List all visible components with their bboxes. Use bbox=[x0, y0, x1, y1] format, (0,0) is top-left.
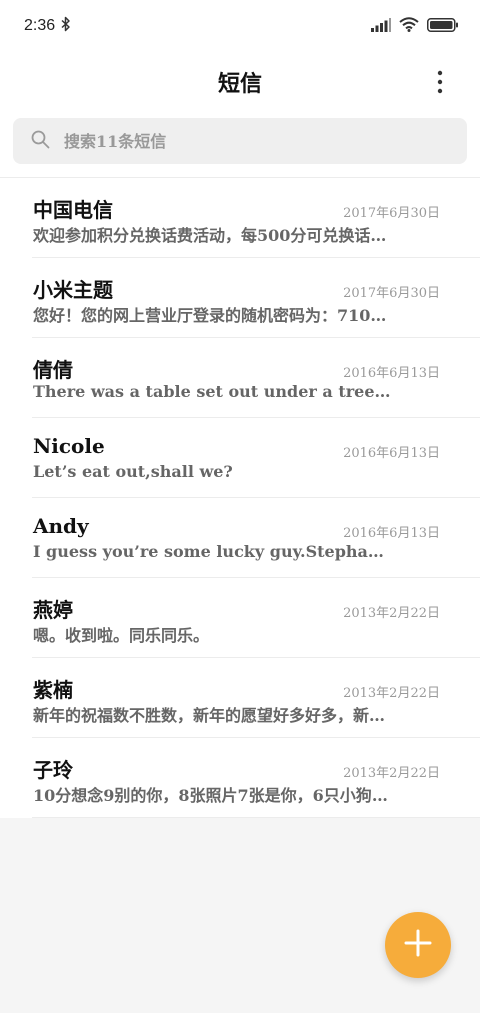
message-preview: 嗯。收到啦。同乐同乐。 bbox=[33, 626, 210, 645]
more-vert-icon bbox=[437, 70, 443, 98]
message-date: 2016年6月13日 bbox=[343, 366, 440, 381]
message-item[interactable]: 中国电信 2017年6月30日 欢迎参加积分兑换话费活动，每500分可兑换话… bbox=[32, 178, 480, 258]
message-date: 2017年6月30日 bbox=[343, 206, 440, 221]
message-item[interactable]: 燕婷 2013年2月22日 嗯。收到啦。同乐同乐。 bbox=[32, 578, 480, 658]
message-sender: 倩倩 bbox=[33, 358, 73, 382]
battery-icon bbox=[427, 17, 458, 36]
signal-icon bbox=[371, 17, 391, 36]
message-sender: Andy bbox=[33, 514, 89, 538]
message-preview: 新年的祝福数不胜数，新年的愿望好多好多，新… bbox=[33, 706, 386, 725]
message-sender: 小米主题 bbox=[33, 278, 113, 302]
message-item[interactable]: 紫楠 2013年2月22日 新年的祝福数不胜数，新年的愿望好多好多，新… bbox=[32, 658, 480, 738]
message-date: 2013年2月22日 bbox=[343, 606, 440, 621]
message-sender: 子玲 bbox=[33, 758, 73, 782]
message-sender: Nicole bbox=[33, 434, 105, 458]
message-item[interactable]: 倩倩 2016年6月13日 There was a table set out … bbox=[32, 338, 480, 418]
page-title: 短信 bbox=[217, 71, 262, 97]
message-preview: 10分想念9别的你，8张照片7张是你，6只小狗5… bbox=[33, 786, 393, 805]
message-date: 2016年6月13日 bbox=[343, 446, 440, 461]
message-sender: 紫楠 bbox=[33, 678, 73, 702]
wifi-icon bbox=[399, 16, 419, 36]
app-header: 2:36 短信 搜索11条短信 bbox=[0, 0, 480, 177]
message-list: 中国电信 2017年6月30日 欢迎参加积分兑换话费活动，每500分可兑换话… … bbox=[0, 177, 480, 818]
title-bar: 短信 bbox=[0, 52, 480, 112]
message-item[interactable]: Nicole 2016年6月13日 Let’s eat out,shall we… bbox=[32, 418, 480, 498]
message-preview: 您好！您的网上营业厅登录的随机密码为：7106… bbox=[33, 306, 393, 325]
status-right bbox=[371, 16, 458, 36]
message-preview: I guess you’re some lucky guy.Stephanie … bbox=[33, 542, 393, 561]
search-box[interactable] bbox=[13, 118, 467, 164]
message-item[interactable]: 子玲 2013年2月22日 10分想念9别的你，8张照片7张是你，6只小狗5… bbox=[32, 738, 480, 818]
status-time: 2:36 bbox=[24, 17, 56, 34]
more-options-button[interactable] bbox=[428, 70, 452, 98]
message-date: 2017年6月30日 bbox=[343, 286, 440, 301]
message-date: 2013年2月22日 bbox=[343, 766, 440, 781]
message-preview: There was a table set out under a tree i… bbox=[33, 382, 393, 401]
message-sender: 燕婷 bbox=[33, 598, 73, 622]
plus-icon bbox=[404, 929, 432, 961]
search-icon bbox=[31, 130, 50, 153]
message-preview: 欢迎参加积分兑换话费活动，每500分可兑换话… bbox=[33, 226, 387, 245]
message-date: 2016年6月13日 bbox=[343, 526, 440, 541]
new-message-button[interactable] bbox=[385, 912, 451, 978]
message-preview: Let’s eat out,shall we? bbox=[33, 462, 233, 481]
bluetooth-icon bbox=[61, 16, 71, 36]
message-date: 2013年2月22日 bbox=[343, 686, 440, 701]
search-bar bbox=[0, 112, 480, 177]
search-input[interactable] bbox=[64, 131, 424, 151]
message-item[interactable]: Andy 2016年6月13日 I guess you’re some luck… bbox=[32, 498, 480, 578]
status-left: 2:36 bbox=[24, 16, 71, 36]
message-item[interactable]: 小米主题 2017年6月30日 您好！您的网上营业厅登录的随机密码为：7106… bbox=[32, 258, 480, 338]
message-sender: 中国电信 bbox=[33, 198, 113, 222]
status-bar: 2:36 bbox=[0, 0, 480, 52]
